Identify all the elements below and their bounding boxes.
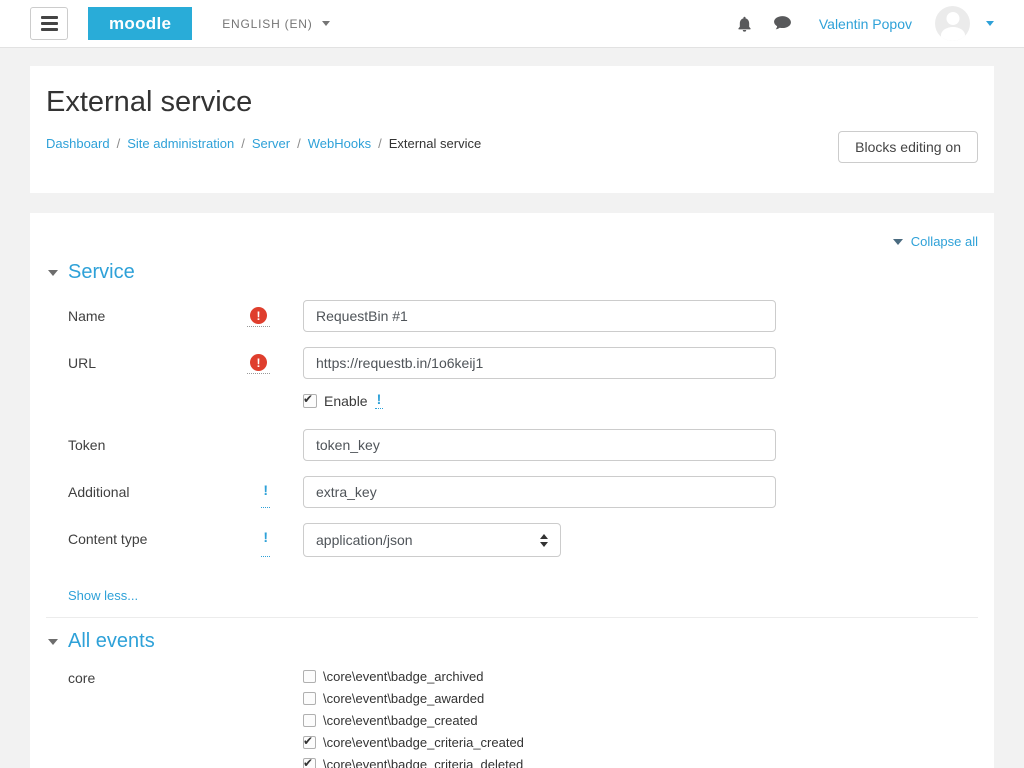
hamburger-menu-button[interactable] (30, 7, 68, 40)
field-row-content-type: Content type ! application/json (68, 523, 978, 557)
page-title: External service (46, 86, 978, 119)
required-icon: ! (247, 307, 270, 327)
section-all-events-toggle[interactable]: All events (48, 630, 978, 653)
url-input[interactable] (303, 347, 776, 379)
section-all-events-title: All events (68, 630, 155, 653)
name-label: Name (68, 300, 233, 332)
token-input[interactable] (303, 429, 776, 461)
section-caret-icon (48, 639, 58, 645)
section-service-toggle[interactable]: Service (48, 261, 978, 284)
enable-checkbox[interactable] (303, 394, 317, 408)
user-menu-name[interactable]: Valentin Popov (819, 16, 912, 32)
enable-row: Enable ! (303, 392, 978, 409)
token-label: Token (68, 429, 233, 461)
event-checkbox[interactable] (303, 692, 316, 705)
url-label: URL (68, 347, 233, 379)
event-label: \core\event\badge_awarded (323, 691, 484, 706)
breadcrumb-server[interactable]: Server (252, 136, 290, 151)
additional-info-marker: ! (261, 483, 270, 508)
select-updown-icon (540, 534, 548, 547)
section-service-title: Service (68, 261, 135, 284)
collapse-all-link[interactable]: Collapse all (911, 234, 978, 249)
content-type-select[interactable]: application/json (303, 523, 561, 557)
required-icon: ! (247, 354, 270, 374)
field-row-url: URL ! (68, 347, 978, 379)
topbar: moodle ENGLISH (EN) Valentin Popov (0, 0, 1024, 48)
show-less-link[interactable]: Show less... (68, 588, 138, 603)
notifications-bell-icon[interactable] (736, 15, 753, 33)
event-checkbox[interactable] (303, 758, 316, 768)
event-checkbox[interactable] (303, 670, 316, 683)
event-checkbox[interactable] (303, 714, 316, 727)
enable-label: Enable (324, 393, 368, 409)
event-row: \core\event\badge_criteria_created (303, 735, 528, 750)
events-group-label: core (68, 669, 303, 768)
form-card: Collapse all Service Name ! URL ! (30, 213, 994, 768)
events-list: \core\event\badge_archived \core\event\b… (303, 669, 528, 768)
breadcrumb-site-administration[interactable]: Site administration (127, 136, 234, 151)
chevron-down-icon (322, 21, 330, 26)
event-row: \core\event\badge_awarded (303, 691, 528, 706)
section-divider (46, 617, 978, 618)
content-type-label: Content type (68, 523, 233, 557)
content-type-selected-value: application/json (316, 532, 413, 548)
user-menu-chevron-down-icon[interactable] (986, 21, 994, 26)
event-label: \core\event\badge_archived (323, 669, 483, 684)
breadcrumb-dashboard[interactable]: Dashboard (46, 136, 110, 151)
collapse-all-caret-icon (893, 239, 903, 245)
events-area: core \core\event\badge_archived \core\ev… (68, 669, 978, 768)
additional-label: Additional (68, 476, 233, 508)
language-selector[interactable]: ENGLISH (EN) (222, 17, 329, 31)
event-checkbox[interactable] (303, 736, 316, 749)
breadcrumb-current: External service (389, 136, 481, 151)
breadcrumb-webhooks[interactable]: WebHooks (308, 136, 371, 151)
language-label: ENGLISH (EN) (222, 17, 312, 31)
event-label: \core\event\badge_criteria_deleted (323, 757, 523, 768)
blocks-editing-on-button[interactable]: Blocks editing on (838, 131, 978, 163)
page-header-card: External service Dashboard / Site admini… (30, 66, 994, 193)
field-row-name: Name ! (68, 300, 978, 332)
event-row: \core\event\badge_created (303, 713, 528, 728)
section-caret-icon (48, 270, 58, 276)
additional-input[interactable] (303, 476, 776, 508)
event-row: \core\event\badge_archived (303, 669, 528, 684)
field-row-token: Token (68, 429, 978, 461)
enable-info-marker: ! (375, 392, 384, 409)
content-type-info-marker: ! (261, 530, 270, 557)
moodle-logo[interactable]: moodle (88, 7, 192, 40)
field-row-additional: Additional ! (68, 476, 978, 508)
event-row: \core\event\badge_criteria_deleted (303, 757, 528, 768)
event-label: \core\event\badge_criteria_created (323, 735, 524, 750)
messages-chat-icon[interactable] (773, 15, 792, 32)
name-input[interactable] (303, 300, 776, 332)
event-label: \core\event\badge_created (323, 713, 478, 728)
user-avatar[interactable] (935, 6, 970, 41)
